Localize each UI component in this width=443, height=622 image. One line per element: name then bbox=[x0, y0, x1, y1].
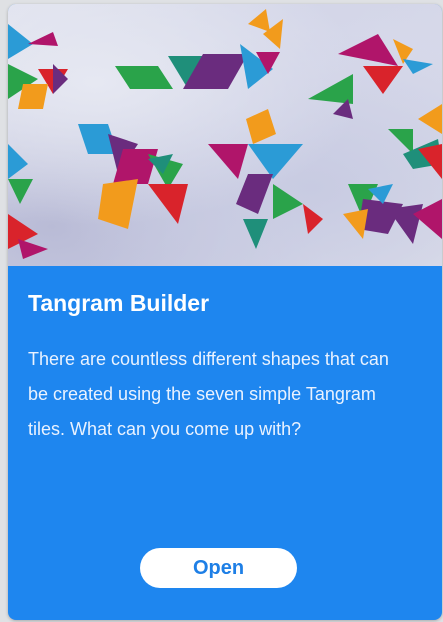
open-button[interactable]: Open bbox=[140, 548, 297, 588]
tangram-illustration bbox=[8, 9, 442, 259]
hero-image bbox=[8, 4, 442, 266]
card-description: There are countless different shapes tha… bbox=[28, 349, 389, 439]
card-title: Tangram Builder bbox=[28, 290, 210, 316]
